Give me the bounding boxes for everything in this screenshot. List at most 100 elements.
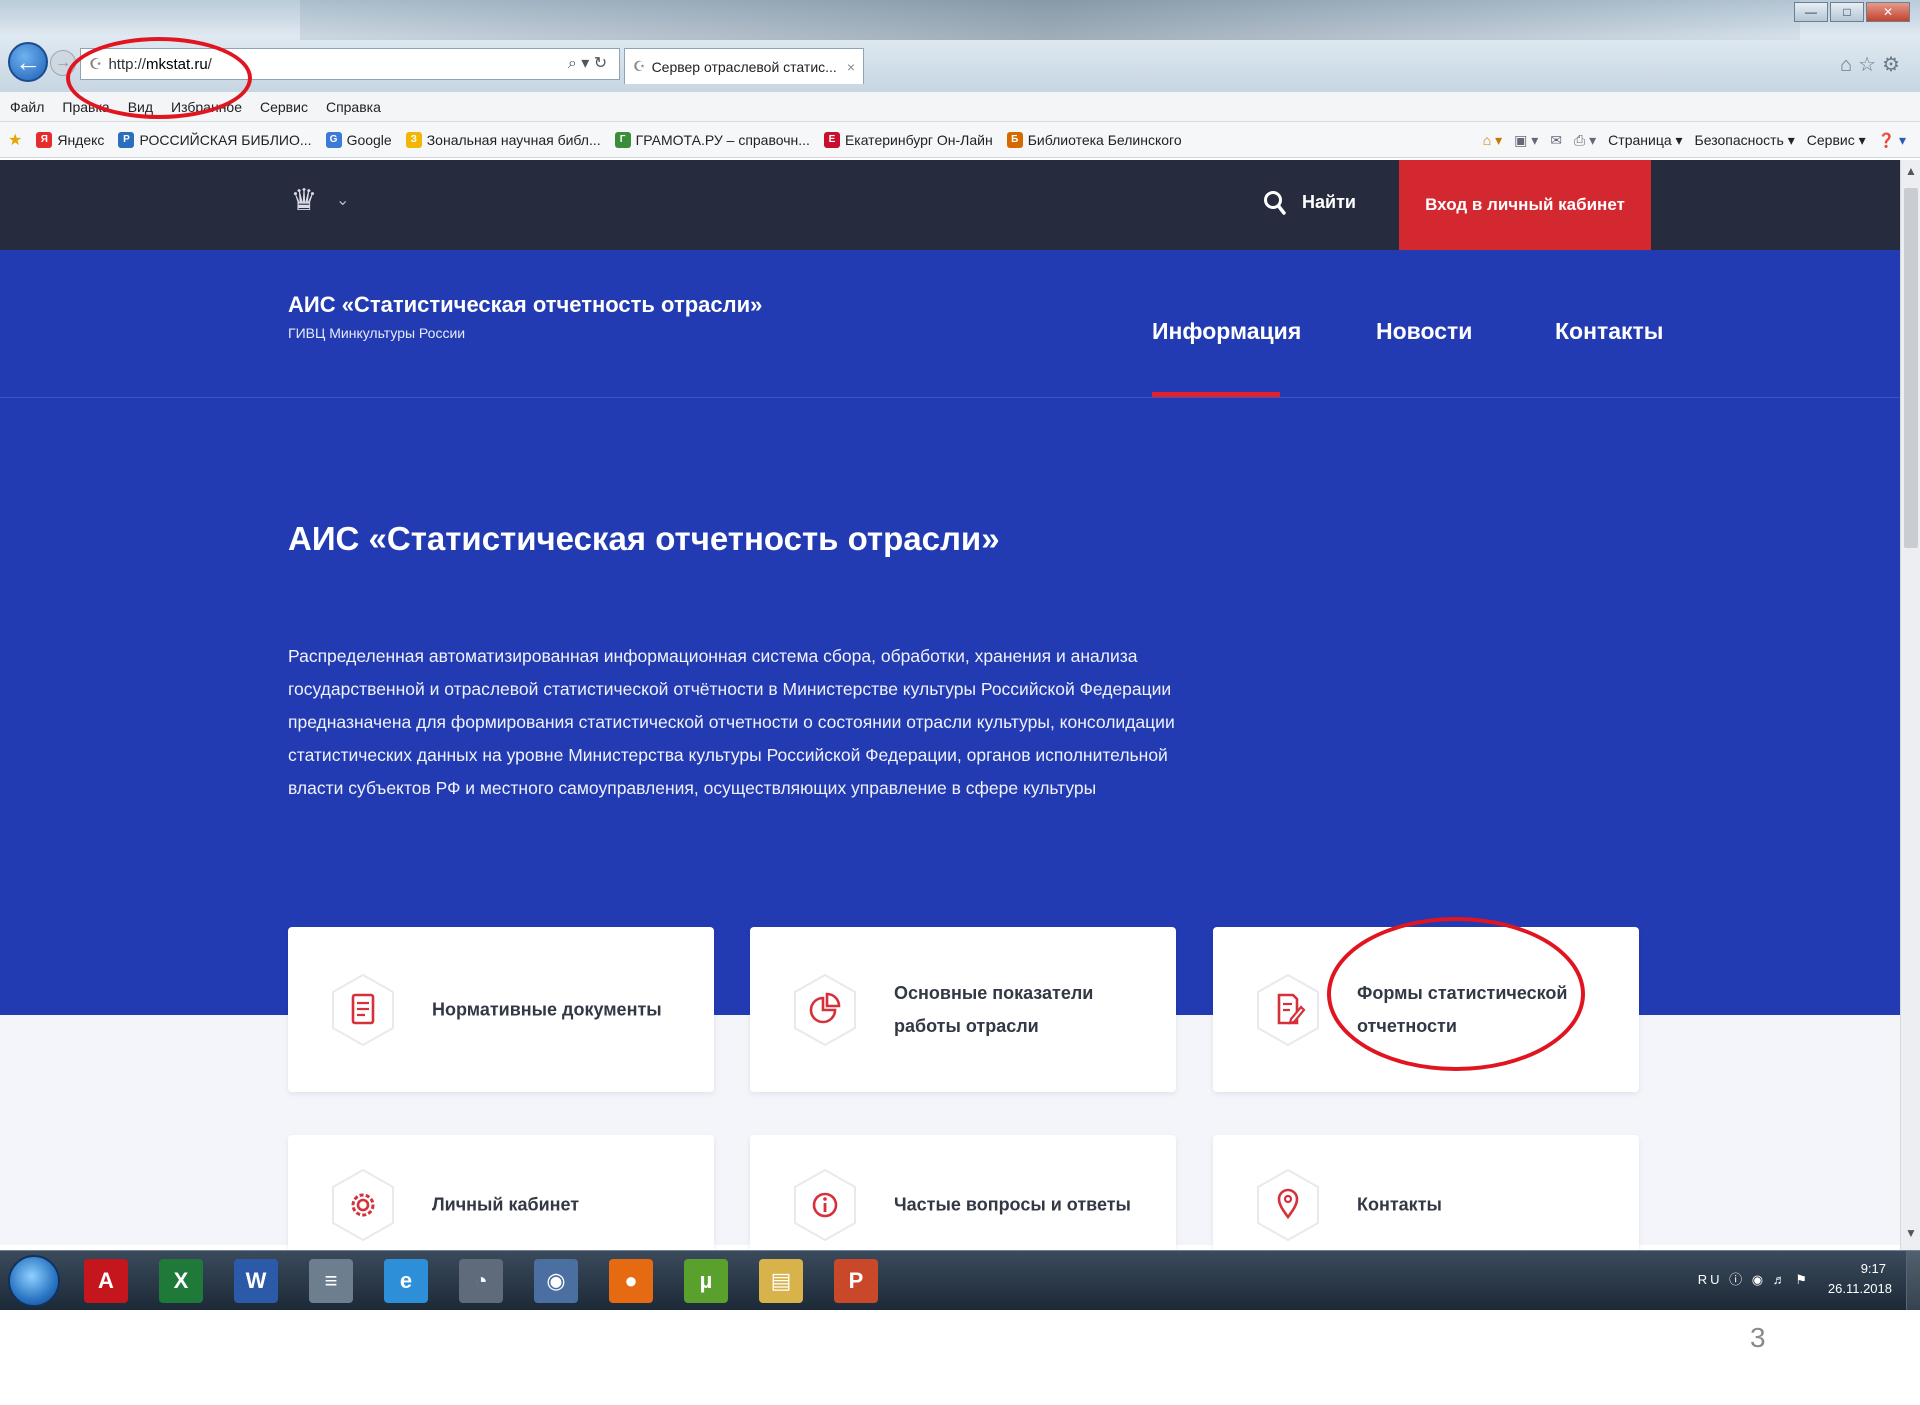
favorite-label: ГРАМОТА.РУ – справочн...: [635, 131, 810, 148]
nav-link-news[interactable]: Новости: [1376, 318, 1472, 345]
menu-item[interactable]: Файл: [10, 99, 44, 115]
favorite-site-icon: Б: [1006, 131, 1023, 148]
browser-toolbar-icons: ⌂☆⚙: [1840, 52, 1906, 77]
back-button[interactable]: ←: [8, 42, 48, 82]
nav-link-information[interactable]: Информация: [1152, 318, 1301, 345]
ie-task-icon[interactable]: e: [384, 1259, 428, 1303]
search-button[interactable]: Найти: [1302, 192, 1356, 213]
card-label: Частые вопросы и ответы: [894, 1194, 1131, 1215]
favorite-label: Библиотека Белинского: [1027, 131, 1182, 148]
favorite-link[interactable]: Г ГРАМОТА.РУ – справочн...: [614, 131, 810, 148]
favorite-link[interactable]: Я Яндекс: [36, 131, 104, 148]
folder-task-icon[interactable]: ▤: [759, 1259, 803, 1303]
minimize-icon[interactable]: —: [1794, 2, 1828, 22]
chart-icon: [794, 973, 856, 1046]
word-task-icon[interactable]: W: [234, 1259, 278, 1303]
annotation-ellipse-forms: [1327, 917, 1585, 1071]
menu-item[interactable]: Справка: [326, 99, 381, 115]
favorite-site-icon: З: [405, 131, 422, 148]
language-indicator[interactable]: RU: [1698, 1272, 1723, 1287]
form-edit-icon: [1257, 973, 1319, 1046]
command-bar: ⌂ ▾ ▣ ▾ ✉ ⎙ ▾ Страница ▾ Безопасность ▾ Се…: [1483, 122, 1906, 158]
favorite-label: РОССИЙСКАЯ БИБЛИО...: [139, 131, 312, 148]
menu-item[interactable]: Сервис: [260, 99, 308, 115]
description-line: предназначена для формирования статистич…: [288, 712, 1175, 732]
feeds-icon[interactable]: ▣ ▾: [1514, 132, 1538, 149]
favorite-link[interactable]: Е Екатеринбург Он-Лайн: [823, 131, 993, 148]
volume-icon[interactable]: ♬: [1773, 1272, 1789, 1287]
excel-task-icon[interactable]: X: [159, 1259, 203, 1303]
info-icon: [794, 1168, 856, 1242]
command-menu[interactable]: Безопасность ▾: [1695, 132, 1795, 149]
chevron-down-icon[interactable]: ⌄: [336, 190, 349, 210]
search-icon[interactable]: [1262, 188, 1288, 218]
firefox-task-icon[interactable]: ●: [609, 1259, 653, 1303]
slide-number: 3: [1750, 1322, 1766, 1353]
calculator-task-icon[interactable]: ≡: [309, 1259, 353, 1303]
browser-tab[interactable]: ☪ Сервер отраслевой статис... ×: [624, 48, 864, 84]
search-refresh-controls[interactable]: ⌕ ▾ ↻: [555, 48, 620, 80]
help-icon[interactable]: ⓘ: [1729, 1272, 1745, 1287]
mail-icon[interactable]: ✉: [1550, 132, 1562, 149]
site-brand-title[interactable]: АИС «Статистическая отчетность отрасли»: [288, 292, 762, 318]
tab-title: Сервер отраслевой статис...: [651, 58, 837, 75]
scroll-thumb[interactable]: [1904, 188, 1918, 548]
flag-icon[interactable]: ⚑: [1795, 1272, 1810, 1287]
powerpoint-task-icon[interactable]: P: [834, 1259, 878, 1303]
nav-link-contacts[interactable]: Контакты: [1555, 318, 1663, 345]
browser-titlebar: ← → ☪ http://mkstat.ru/ ⌕ ▾ ↻ ☪ Сервер о…: [0, 0, 1920, 92]
tab-close-icon[interactable]: ×: [847, 59, 855, 75]
favorite-link[interactable]: G Google: [325, 131, 392, 148]
window-controls: — □ ✕: [1794, 2, 1910, 22]
card-main-indicators[interactable]: Основные показатели работы отрасли: [750, 927, 1176, 1092]
favorite-label: Google: [346, 131, 392, 148]
favorite-site-icon: Я: [36, 131, 53, 148]
settings-gear-icon[interactable]: ⚙: [1882, 54, 1906, 76]
command-menu[interactable]: Сервис ▾: [1807, 132, 1866, 149]
favorite-label: Екатеринбург Он-Лайн: [844, 131, 993, 148]
utorrent-task-icon[interactable]: µ: [684, 1259, 728, 1303]
favorite-label: Зональная научная библ...: [426, 131, 601, 148]
home-icon[interactable]: ⌂: [1840, 54, 1858, 76]
screenshot: ← → ☪ http://mkstat.ru/ ⌕ ▾ ↻ ☪ Сервер о…: [0, 0, 1920, 1310]
clock-date[interactable]: 26.11.2018: [1828, 1281, 1892, 1296]
description-line: власти субъектов РФ и местного самоуправ…: [288, 778, 1097, 798]
maximize-icon[interactable]: □: [1830, 2, 1864, 22]
start-button[interactable]: [8, 1255, 60, 1307]
card-normative-documents[interactable]: Нормативные документы: [288, 927, 714, 1092]
chrome-like-task-icon[interactable]: ◔: [459, 1259, 503, 1303]
hero-section: АИС «Статистическая отчетность отрасли» …: [0, 250, 1900, 1015]
close-window-icon[interactable]: ✕: [1866, 2, 1910, 22]
favorites-star-icon[interactable]: ☆: [1858, 54, 1882, 76]
favorite-site-icon: Г: [614, 131, 631, 148]
windows-taskbar: A X W ≡ e ◔ ◉ ● µ ▤ P RU ⓘ ◉ ♬ ⚑ 9:17 26.11.2018: [0, 1250, 1920, 1310]
site-topbar: ♛ ⌄ Найти Вход в личный кабинет: [0, 160, 1900, 250]
favorite-link[interactable]: З Зональная научная библ...: [405, 131, 601, 148]
header-divider: [0, 397, 1900, 398]
home-page-icon[interactable]: ⌂ ▾: [1483, 132, 1502, 149]
favorite-site-icon: Р: [118, 131, 135, 148]
add-favorite-icon[interactable]: ★: [8, 130, 22, 150]
site-brand-subtitle: ГИВЦ Минкультуры России: [288, 325, 466, 341]
acrobat-task-icon[interactable]: A: [84, 1259, 128, 1303]
help-menu-icon[interactable]: ❓ ▾: [1878, 132, 1906, 149]
favorite-site-icon: Е: [823, 131, 840, 148]
russian-emblem-icon[interactable]: ♛: [286, 182, 322, 220]
print-icon[interactable]: ⎙ ▾: [1574, 132, 1596, 149]
description-line: статистических данных на уровне Министер…: [288, 745, 1168, 765]
network-icon[interactable]: ◉: [1752, 1272, 1766, 1287]
page-scrollbar[interactable]: ▲ ▼: [1900, 160, 1920, 1250]
scroll-down-icon[interactable]: ▼: [1901, 1226, 1920, 1246]
command-menu[interactable]: Страница ▾: [1608, 132, 1682, 149]
annotation-ellipse-address: [66, 37, 252, 119]
clock-time[interactable]: 9:17: [1861, 1261, 1886, 1276]
login-button[interactable]: Вход в личный кабинет: [1399, 160, 1651, 250]
favorite-link[interactable]: Б Библиотека Белинского: [1006, 131, 1182, 148]
scroll-up-icon[interactable]: ▲: [1901, 164, 1920, 184]
card-label: Личный кабинет: [432, 1194, 580, 1215]
description-line: Распределенная автоматизированная информ…: [288, 646, 1138, 666]
explorer-search-task-icon[interactable]: ◉: [534, 1259, 578, 1303]
favorite-site-icon: G: [325, 131, 342, 148]
favorite-link[interactable]: Р РОССИЙСКАЯ БИБЛИО...: [118, 131, 312, 148]
show-desktop-button[interactable]: [1906, 1251, 1920, 1310]
